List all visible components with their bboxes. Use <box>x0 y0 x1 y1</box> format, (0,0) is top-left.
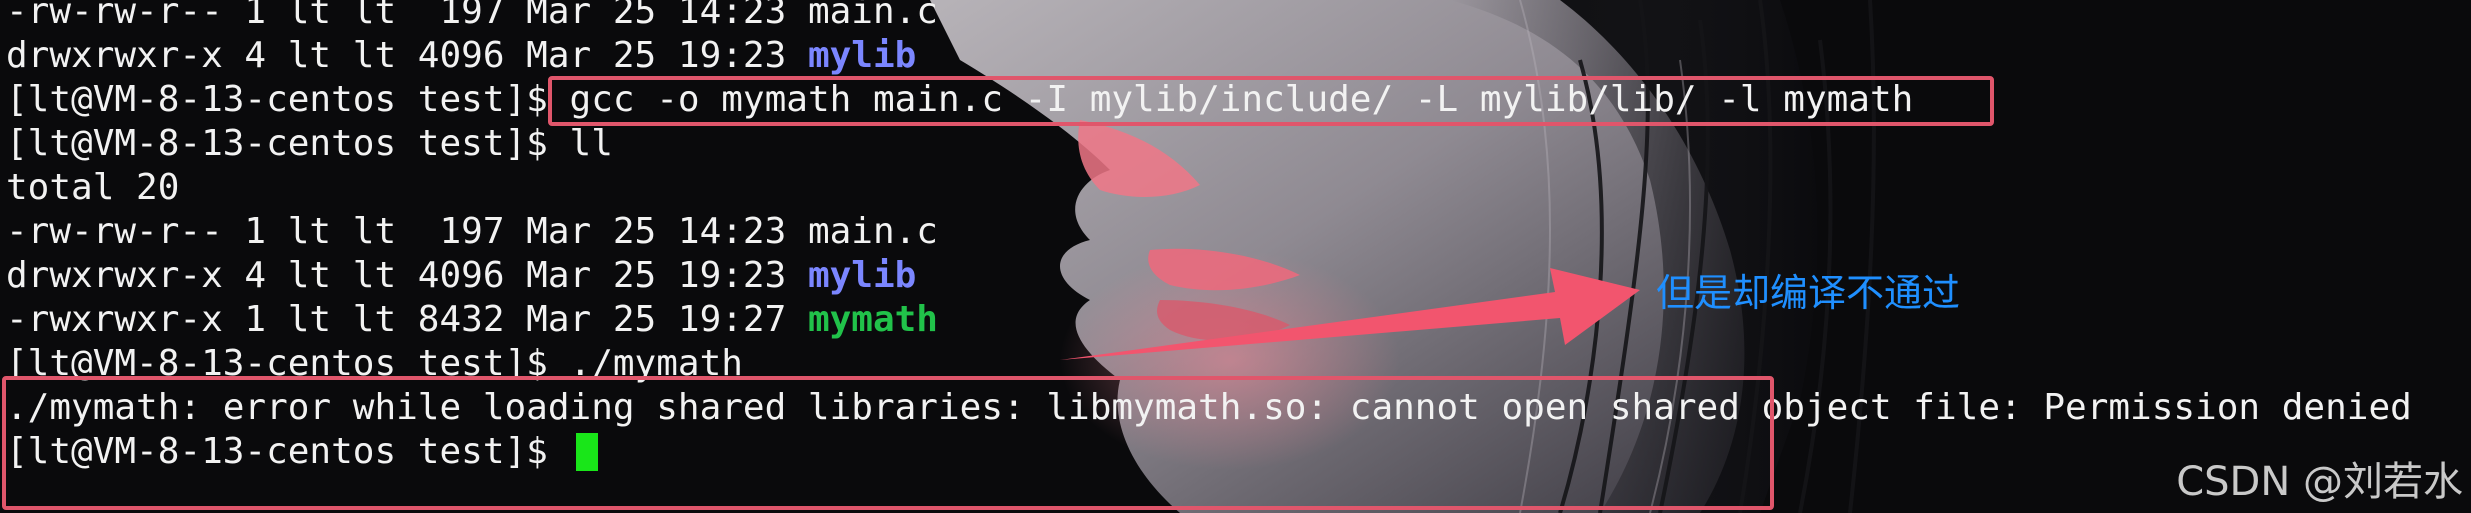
watermark: CSDN @刘若水 <box>2176 459 2463 505</box>
shell-prompt: [lt@VM-8-13-centos test]$ <box>6 79 570 120</box>
ls-entry-mylib: drwxrwxr-x 4 lt lt 4096 Mar 25 19:23 myl… <box>6 35 917 76</box>
screenshot: -rw-rw-r-- 1 lt lt 197 Mar 25 14:23 main… <box>0 0 2471 513</box>
ll-command: ll <box>569 123 613 164</box>
total-line: total 20 <box>6 167 180 208</box>
highlight-box-error <box>2 376 1774 510</box>
ls-entry-main-c: -rw-rw-r-- 1 lt lt 197 Mar 25 14:23 main… <box>6 0 938 32</box>
ls-entry-main-c: -rw-rw-r-- 1 lt lt 197 Mar 25 14:23 main… <box>6 211 938 252</box>
annotation-text: 但是却编译不通过 <box>1656 271 1961 315</box>
ls-entry-mylib: drwxrwxr-x 4 lt lt 4096 Mar 25 19:23 myl… <box>6 255 917 296</box>
shell-prompt: [lt@VM-8-13-centos test]$ <box>6 123 570 164</box>
prompt-line-ll: [lt@VM-8-13-centos test]$ ll <box>6 122 613 166</box>
highlight-box-gcc-command <box>548 76 1994 126</box>
ls-entry-mymath: -rwxrwxr-x 1 lt lt 8432 Mar 25 19:27 mym… <box>6 299 938 340</box>
